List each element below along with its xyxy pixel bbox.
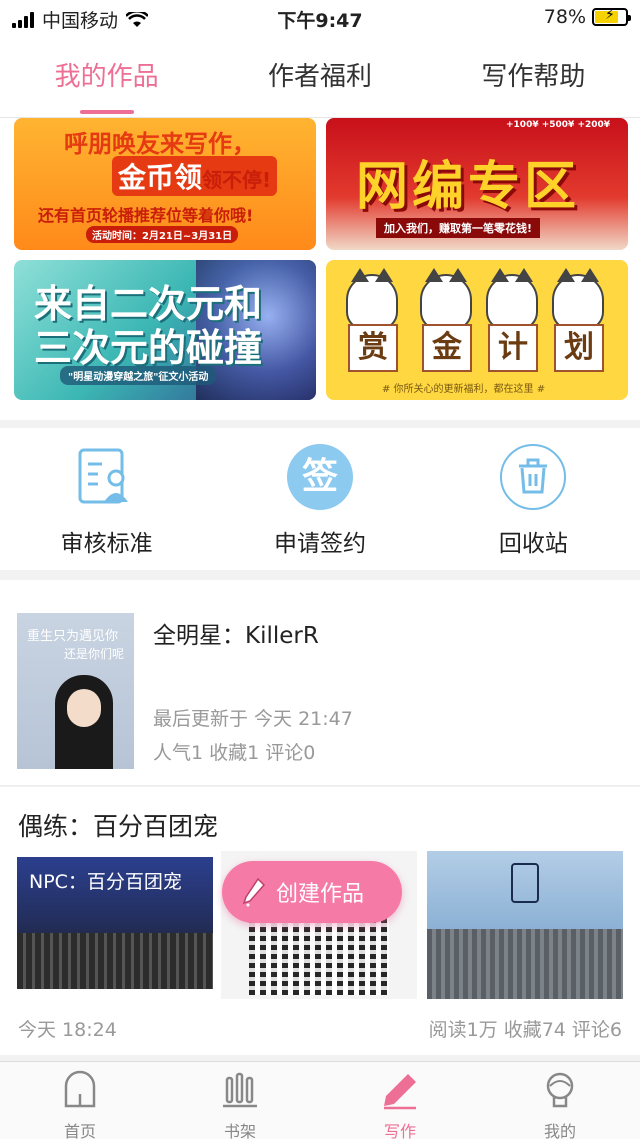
tab-label: 写作帮助	[481, 62, 586, 92]
banner-anime-event[interactable]: 来自二次元和 三次元的碰撞 "明星动漫穿越之旅"征文小活动	[14, 260, 316, 400]
work-stats: 人气1 收藏1 评论0	[153, 742, 316, 764]
recycle-bin-icon	[500, 444, 567, 510]
nav-profile[interactable]: 我的	[480, 1062, 640, 1139]
review-standards-icon	[74, 444, 140, 510]
cover-text: 重生只为遇见你	[27, 629, 119, 644]
work-updated: 最后更新于 今天 21:47	[153, 708, 353, 730]
bottom-nav: 首页 书架 写作 我的	[0, 1061, 640, 1139]
work-title: 全明星：KillerR	[153, 623, 319, 649]
banner-web-editor-zone[interactable]: +100¥ +500¥ +200¥ 网编专区 加入我们，赚取第一笔零花钱!	[326, 118, 628, 250]
banner-text: 加入我们，赚取第一笔零花钱!	[376, 218, 541, 238]
nav-label: 首页	[63, 1122, 96, 1139]
cover-text: 还是你们呢	[63, 647, 124, 661]
work-title: 偶练：百分百团宠	[18, 812, 219, 841]
cat-icon	[420, 268, 472, 330]
cat-icon	[346, 268, 398, 330]
battery-icon: ⚡	[592, 7, 631, 26]
review-standards-button[interactable]: 审核标准	[0, 428, 213, 570]
recycle-bin-button[interactable]: 回收站	[427, 428, 640, 570]
banner-bounty-plan[interactable]: 赏 金 计 划 # 你所关心的更新福利，都在这里 #	[326, 260, 628, 400]
cat-icon	[552, 268, 604, 330]
work-card[interactable]: 重生只为遇见你 还是你们呢 全明星：KillerR 最后更新于 今天 21:47…	[0, 580, 640, 786]
nav-label: 书架	[223, 1122, 256, 1139]
banner-text: 还有首页轮播推荐位等着你哦!	[38, 206, 254, 225]
nav-bookshelf[interactable]: 书架	[160, 1062, 320, 1139]
banner-char: 计	[488, 324, 538, 372]
nav-label: 我的	[543, 1122, 576, 1139]
banner-text: 网编专区	[356, 157, 581, 217]
work-stats: 阅读1万 收藏74 评论6	[428, 1019, 622, 1041]
tab-label: 我的作品	[54, 62, 159, 92]
logo-icon	[511, 863, 539, 903]
home-icon	[64, 1070, 96, 1108]
banner-text: 金币领领不停!	[112, 156, 278, 196]
bookshelf-icon	[223, 1072, 257, 1108]
sign-contract-icon: 签	[286, 444, 353, 510]
tab-writing-help[interactable]: 写作帮助	[427, 36, 640, 117]
thumbnail-text: NPC：百分百团宠	[29, 871, 182, 893]
banner-char: 划	[554, 324, 604, 372]
banner-text: +100¥ +500¥ +200¥	[506, 120, 611, 130]
nav-label: 写作	[383, 1122, 416, 1139]
tab-my-works[interactable]: 我的作品	[0, 36, 213, 117]
nav-write[interactable]: 写作	[320, 1062, 480, 1139]
action-label: 申请签约	[273, 531, 366, 557]
banner-text: 活动时间：2月21日~3月31日	[86, 226, 239, 243]
quick-actions: 审核标准 签 申请签约 回收站	[0, 428, 640, 570]
banner-text: # 你所关心的更新福利，都在这里 #	[382, 384, 546, 395]
nav-home[interactable]: 首页	[0, 1062, 160, 1139]
pen-icon	[242, 877, 266, 907]
action-label: 回收站	[498, 531, 568, 557]
create-work-label: 创建作品	[276, 882, 365, 907]
action-label: 审核标准	[60, 531, 153, 557]
book-cover: 重生只为遇见你 还是你们呢	[17, 613, 134, 769]
status-bar: 中国移动 下午9:47 78% ⚡	[0, 0, 640, 36]
work-thumbnail	[427, 851, 623, 999]
banner-text: 呼朋唤友来写作，	[64, 130, 256, 158]
banner-char: 赏	[348, 324, 398, 372]
work-date: 今天 18:24	[18, 1019, 117, 1041]
battery-percent: 78%	[543, 6, 586, 28]
tab-label: 作者福利	[267, 62, 372, 92]
pen-icon	[384, 1074, 416, 1110]
active-tab-indicator	[79, 110, 134, 114]
top-tab-bar: 我的作品 作者福利 写作帮助	[0, 36, 640, 118]
apply-contract-button[interactable]: 签 申请签约	[213, 428, 426, 570]
banner-invite-friends[interactable]: 呼朋唤友来写作， 金币领领不停! 还有首页轮播推荐位等着你哦! 活动时间：2月2…	[14, 118, 316, 250]
work-thumbnail: NPC：百分百团宠	[17, 857, 213, 989]
profile-icon	[546, 1072, 574, 1108]
banner-text: "明星动漫穿越之旅"征文小活动	[60, 366, 217, 385]
banner-grid: 呼朋唤友来写作， 金币领领不停! 还有首页轮播推荐位等着你哦! 活动时间：2月2…	[0, 118, 640, 420]
tab-author-benefits[interactable]: 作者福利	[213, 36, 426, 117]
banner-text: 来自二次元和 三次元的碰撞	[34, 282, 263, 370]
cat-icon	[486, 268, 538, 330]
banner-char: 金	[422, 324, 472, 372]
create-work-button[interactable]: 创建作品	[222, 861, 402, 923]
